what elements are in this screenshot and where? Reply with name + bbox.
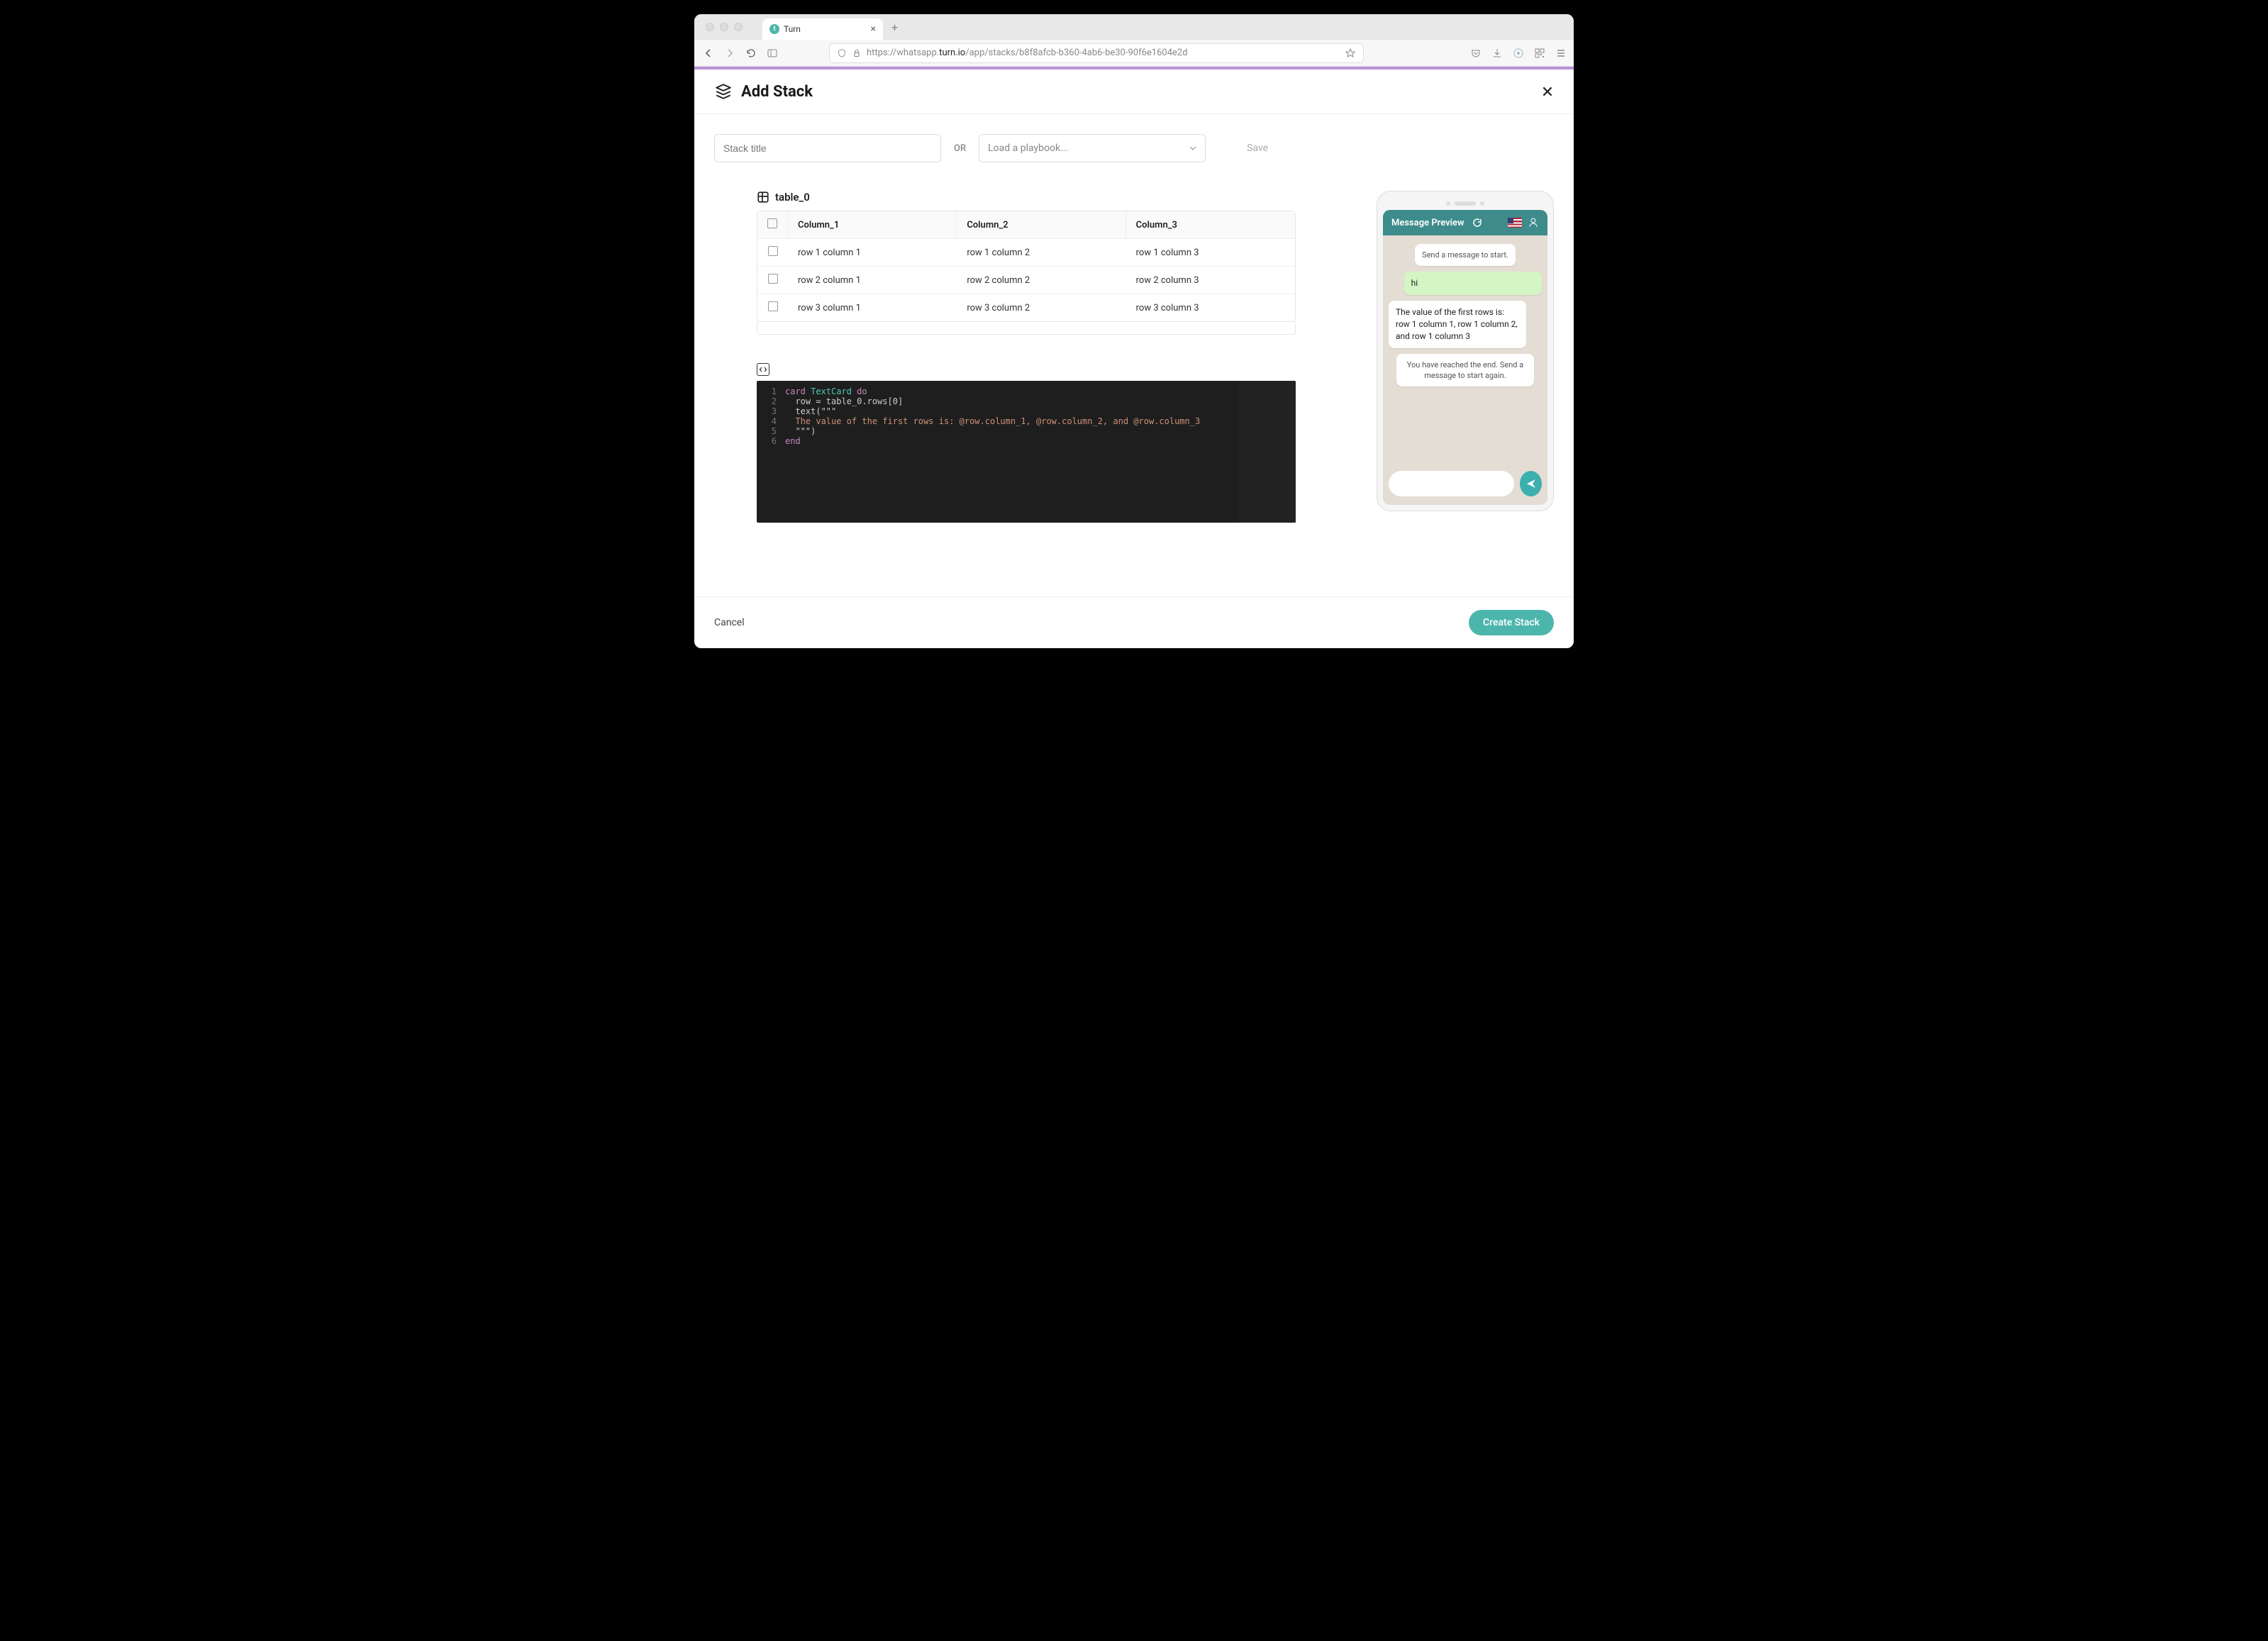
- app-header: Add Stack: [694, 69, 1574, 114]
- browser-toolbar: https://whatsapp.turn.io/app/stacks/b8f8…: [694, 40, 1574, 67]
- window-close[interactable]: [706, 23, 714, 31]
- code-icon[interactable]: [757, 363, 769, 376]
- chevron-down-icon: [1189, 145, 1196, 152]
- preview-title: Message Preview: [1391, 218, 1464, 228]
- lock-icon: [852, 48, 861, 58]
- data-table: Column_1 Column_2 Column_3 row 1 column …: [757, 211, 1296, 322]
- flag-icon[interactable]: [1508, 218, 1522, 228]
- footer: Cancel Create Stack: [694, 596, 1574, 648]
- user-message: hi: [1404, 272, 1542, 295]
- chat-body: Send a message to start. hi The value of…: [1383, 235, 1547, 505]
- toolbar-icons: [1470, 48, 1567, 59]
- refresh-icon[interactable]: [1472, 217, 1483, 228]
- column-header[interactable]: Column_1: [788, 211, 957, 239]
- close-button[interactable]: [1541, 85, 1554, 98]
- cancel-button[interactable]: Cancel: [714, 617, 745, 628]
- app: Add Stack OR Load a playbook... Save: [694, 69, 1574, 648]
- menu-icon[interactable]: [1555, 48, 1567, 59]
- bot-message: The value of the first rows is: row 1 co…: [1389, 301, 1526, 347]
- user-icon[interactable]: [1528, 217, 1539, 228]
- browser-tab-bar: t Turn × +: [694, 14, 1574, 40]
- window-controls: [700, 23, 748, 31]
- table-icon: [757, 191, 769, 204]
- shield-icon: [837, 48, 847, 58]
- window-minimize[interactable]: [720, 23, 728, 31]
- system-message: You have reached the end. Send a message…: [1396, 354, 1534, 387]
- url-bar[interactable]: https://whatsapp.turn.io/app/stacks/b8f8…: [829, 43, 1364, 63]
- url-text: https://whatsapp.turn.io/app/stacks/b8f8…: [867, 48, 1188, 58]
- system-message: Send a message to start.: [1415, 244, 1516, 266]
- table-header-row: Column_1 Column_2 Column_3: [757, 211, 1295, 239]
- phone-notch: [1383, 197, 1547, 210]
- playbook-placeholder: Load a playbook...: [988, 143, 1068, 154]
- column-header[interactable]: Column_2: [957, 211, 1125, 239]
- content: OR Load a playbook... Save table_0: [694, 114, 1574, 596]
- page-title: Add Stack: [714, 82, 813, 101]
- table-row[interactable]: row 3 column 1 row 3 column 2 row 3 colu…: [757, 294, 1295, 321]
- back-button[interactable]: [701, 46, 716, 60]
- window-zoom[interactable]: [734, 23, 743, 31]
- sidebar-toggle-icon[interactable]: [765, 46, 779, 60]
- downloads-icon[interactable]: [1491, 48, 1503, 59]
- tab-title: Turn: [784, 24, 801, 34]
- new-tab-button[interactable]: +: [891, 21, 898, 34]
- code-editor[interactable]: 1card TextCard do 2 row = table_0.rows[0…: [757, 381, 1296, 523]
- phone-preview: Message Preview Send a message to start.…: [1377, 191, 1554, 511]
- chat-input[interactable]: [1389, 471, 1514, 496]
- or-label: OR: [954, 143, 966, 154]
- pocket-icon[interactable]: [1470, 48, 1482, 59]
- extension-icon[interactable]: [1513, 48, 1524, 59]
- row-checkbox[interactable]: [768, 274, 778, 284]
- forward-button[interactable]: [723, 46, 737, 60]
- table-name-label: table_0: [757, 191, 1296, 204]
- stack-title-input[interactable]: [714, 134, 941, 162]
- qr-icon[interactable]: [1534, 48, 1545, 59]
- row-checkbox[interactable]: [768, 246, 778, 256]
- table-row[interactable]: row 2 column 1 row 2 column 2 row 2 colu…: [757, 267, 1295, 294]
- column-header[interactable]: Column_3: [1126, 211, 1295, 239]
- reload-button[interactable]: [744, 46, 758, 60]
- stack-icon: [714, 82, 733, 101]
- table-row[interactable]: row 1 column 1 row 1 column 2 row 1 colu…: [757, 239, 1295, 267]
- row-checkbox[interactable]: [768, 301, 778, 311]
- browser-chrome: t Turn × + https://whatsa: [694, 14, 1574, 69]
- browser-tab[interactable]: t Turn ×: [762, 18, 883, 40]
- select-all-checkbox[interactable]: [767, 218, 777, 228]
- create-stack-button[interactable]: Create Stack: [1469, 610, 1554, 635]
- preview-header: Message Preview: [1383, 210, 1547, 235]
- save-button[interactable]: Save: [1247, 143, 1268, 154]
- tab-favicon-icon: t: [769, 24, 779, 34]
- tab-close-icon[interactable]: ×: [871, 23, 876, 35]
- controls-row: OR Load a playbook... Save: [714, 134, 1554, 162]
- chat-input-row: [1389, 471, 1542, 496]
- playbook-select[interactable]: Load a playbook...: [979, 134, 1206, 162]
- send-button[interactable]: [1520, 471, 1542, 496]
- table-footer-area: [757, 322, 1296, 335]
- minimap[interactable]: [1239, 381, 1296, 523]
- bookmark-star-icon[interactable]: [1345, 48, 1356, 59]
